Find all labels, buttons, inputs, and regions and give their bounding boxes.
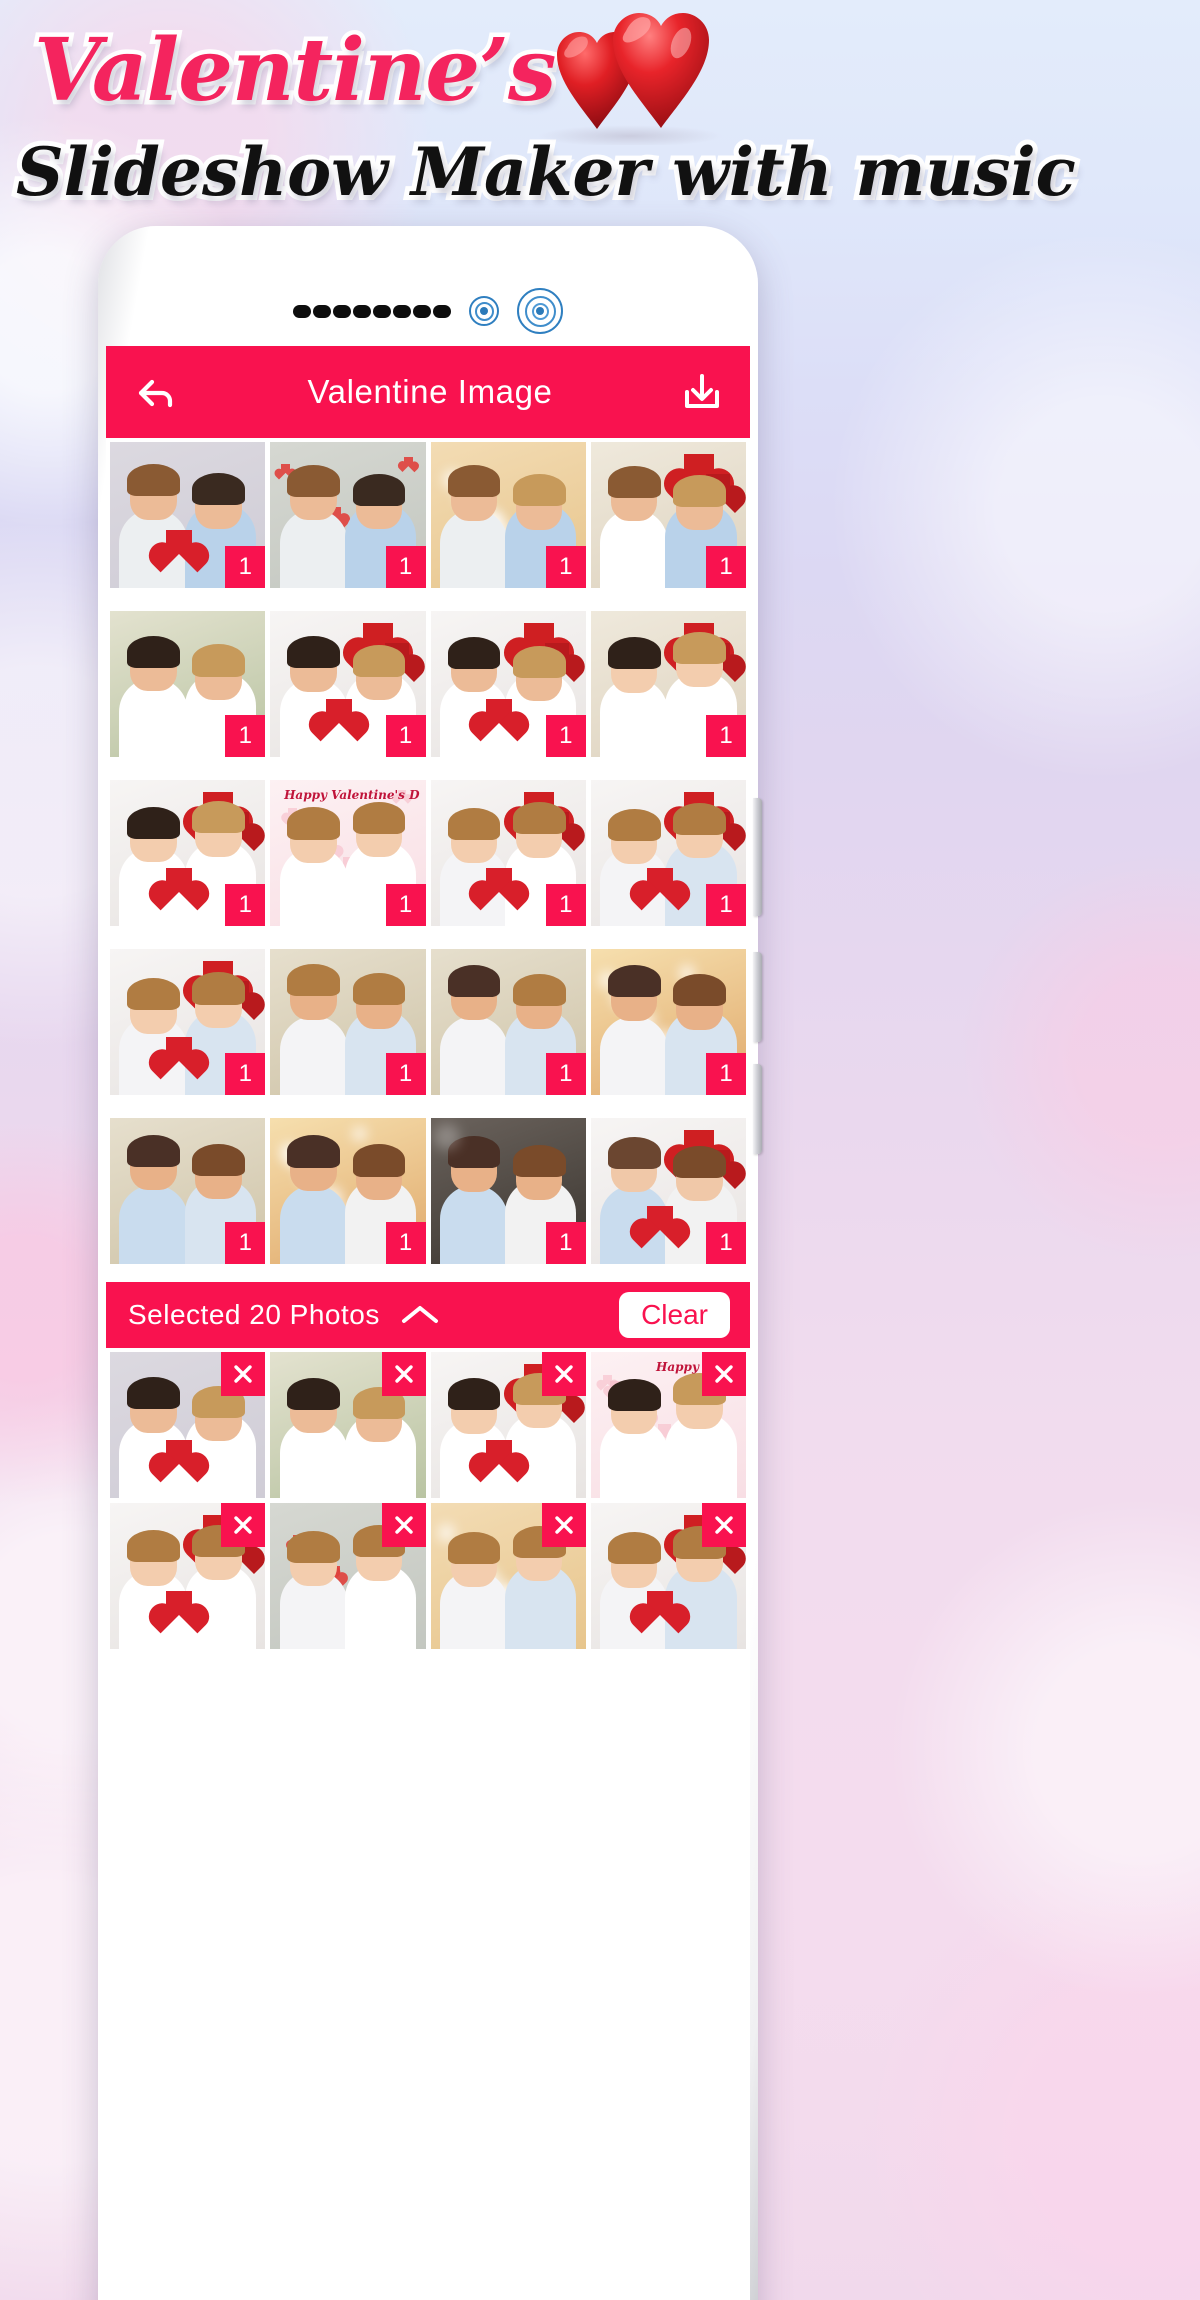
photo-tile[interactable]: 1 [110,949,266,1095]
selection-badge: 1 [545,715,586,757]
selection-badge: 1 [385,546,426,588]
page-title: Valentine Image [307,373,553,410]
photo-tile[interactable]: 1 [270,442,426,588]
speaker-grille-icon [293,304,451,318]
selection-badge: 1 [225,1222,266,1264]
phone-side-button-power[interactable] [753,1064,762,1154]
selection-badge: 1 [545,1222,586,1264]
close-icon[interactable] [381,1352,426,1396]
photo-tile[interactable]: 1 [430,611,586,757]
photo-tile[interactable]: 1 [270,1118,426,1264]
selected-photo-tile[interactable] [270,1503,426,1649]
close-icon[interactable] [702,1352,746,1396]
close-icon[interactable] [702,1503,746,1547]
selection-badge: 1 [706,884,746,926]
promo-title-line-1: Valentine’s [29,16,560,126]
phone-screen: Valentine Image 1 1 1 1 1 1 1 1 1 Happy Valentine… [106,346,750,2300]
clear-button[interactable]: Clear [619,1292,730,1338]
selected-photo-tile[interactable] [430,1503,586,1649]
close-icon[interactable] [221,1503,266,1547]
selected-photo-tile[interactable] [110,1503,266,1649]
selection-badge: 1 [385,1222,426,1264]
photo-tile[interactable]: 1 [110,611,266,757]
photo-caption: Happy Valentine's D [284,788,420,802]
selection-badge: 1 [706,715,746,757]
selected-photo-tile[interactable] [590,1503,746,1649]
close-icon[interactable] [381,1503,426,1547]
back-arrow-icon[interactable] [132,368,180,416]
selection-badge: 1 [545,1053,586,1095]
app-header: Valentine Image [106,346,750,438]
selected-photo-tile[interactable]: Happy Valen [590,1352,746,1498]
selection-badge: 1 [225,546,266,588]
photo-tile[interactable]: 1 [590,949,746,1095]
selection-badge: 1 [706,1053,746,1095]
selected-photo-tile[interactable] [110,1352,266,1498]
close-icon[interactable] [541,1352,586,1396]
photo-tile[interactable]: 1 [110,442,266,588]
selection-badge: 1 [385,884,426,926]
selection-badge: 1 [225,715,266,757]
photo-tile[interactable]: 1 [110,1118,266,1264]
selection-badge: 1 [385,715,426,757]
selection-badge: 1 [225,884,266,926]
photo-tile[interactable]: 1 [590,611,746,757]
photo-tile[interactable]: 1 [270,611,426,757]
phone-top-bar [98,288,758,334]
photo-tile[interactable]: 1 [110,780,266,926]
camera-sensor-icon [517,288,563,334]
phone-side-button-volume-up[interactable] [753,798,762,916]
download-icon[interactable] [680,370,724,414]
phone-side-button-volume-down[interactable] [753,952,762,1042]
selection-badge: 1 [706,546,746,588]
selection-badge: 1 [545,546,586,588]
selected-photo-tile[interactable] [270,1352,426,1498]
selection-badge: 1 [225,1053,266,1095]
selected-count-label: Selected 20 Photos [128,1299,380,1330]
selection-badge: 1 [706,1222,746,1264]
close-icon[interactable] [221,1352,266,1396]
chevron-up-icon[interactable] [394,1300,446,1330]
photo-tile[interactable]: 1 [590,780,746,926]
photo-tile[interactable]: 1 [430,949,586,1095]
photo-tile[interactable]: Happy Valentine's D 1 [270,780,426,926]
phone-mockup: Valentine Image 1 1 1 1 1 1 1 1 1 Happy Valentine… [98,226,762,2300]
selected-photo-tile[interactable] [430,1352,586,1498]
double-heart-icon [538,13,722,145]
photo-tile[interactable]: 1 [430,1118,586,1264]
close-icon[interactable] [541,1503,586,1547]
selection-badge: 1 [385,1053,426,1095]
photo-tile[interactable]: 1 [430,780,586,926]
selected-photos-bar: Selected 20 Photos Clear [106,1282,750,1348]
photo-tile[interactable]: 1 [590,1118,746,1264]
photo-tile[interactable]: 1 [270,949,426,1095]
photo-tile[interactable]: 1 [430,442,586,588]
photo-tile[interactable]: 1 [590,442,746,588]
selection-badge: 1 [545,884,586,926]
selected-photos-strip: Happy Valen [106,1348,750,1653]
front-camera-icon [469,296,499,326]
promo-background: Valentine’s Slideshow Maker with music V… [0,0,1200,2300]
photo-grid: 1 1 1 1 1 1 1 1 1 Happy Valentine's D 1 1 1 1 1 1 1 1 1 1 1 [106,438,750,1282]
